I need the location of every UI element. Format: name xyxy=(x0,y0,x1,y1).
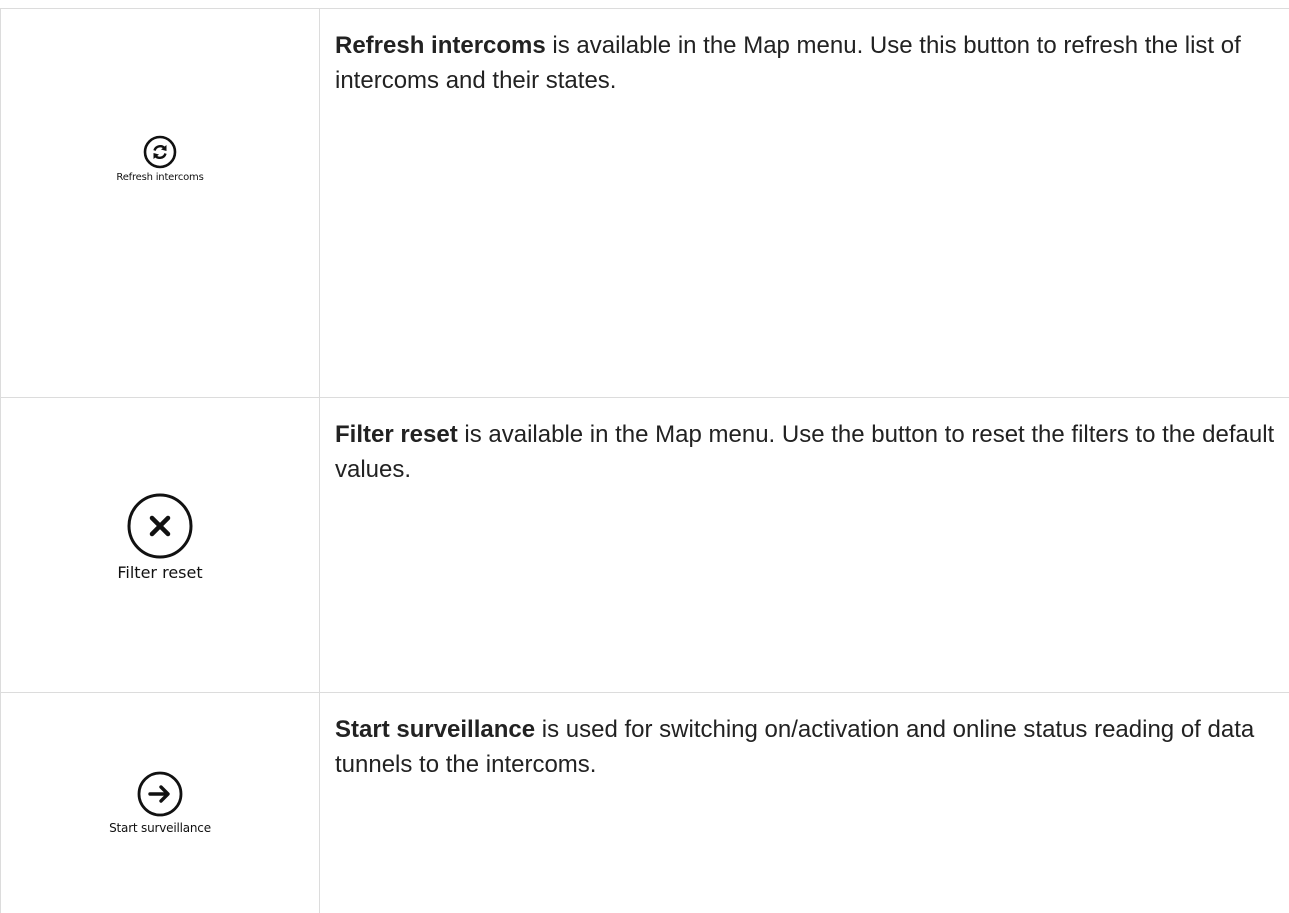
description-cell: Refresh intercoms is available in the Ma… xyxy=(320,9,1289,397)
description-cell: Filter reset is available in the Map men… xyxy=(320,398,1289,692)
icon-caption: Start surveillance xyxy=(109,821,211,835)
feature-title: Filter reset xyxy=(335,421,458,448)
feature-description: is available in the Map menu. Use the bu… xyxy=(335,421,1275,483)
arrow-right-icon xyxy=(136,770,184,818)
table-row-filter-reset: Filter reset Filter reset is available i… xyxy=(0,398,1289,693)
icon-caption: Refresh intercoms xyxy=(116,172,204,183)
table-row-refresh-intercoms: Refresh intercoms Refresh intercoms is a… xyxy=(0,9,1289,398)
feature-table: Refresh intercoms Refresh intercoms is a… xyxy=(0,8,1289,913)
refresh-intercoms-button[interactable]: Refresh intercoms xyxy=(1,135,319,183)
description-cell: Start surveillance is used for switching… xyxy=(320,693,1289,913)
feature-title: Refresh intercoms xyxy=(335,32,546,59)
start-surveillance-button[interactable]: Start surveillance xyxy=(1,770,319,835)
table-row-start-surveillance: Start surveillance Start surveillance is… xyxy=(0,693,1289,913)
refresh-icon xyxy=(143,135,177,169)
icon-cell: Filter reset xyxy=(1,398,320,692)
filter-reset-button[interactable]: Filter reset xyxy=(1,491,319,582)
icon-cell: Start surveillance xyxy=(1,693,320,913)
icon-caption: Filter reset xyxy=(117,563,203,582)
icon-cell: Refresh intercoms xyxy=(1,9,320,397)
close-icon xyxy=(125,491,195,561)
feature-title: Start surveillance xyxy=(335,716,536,743)
